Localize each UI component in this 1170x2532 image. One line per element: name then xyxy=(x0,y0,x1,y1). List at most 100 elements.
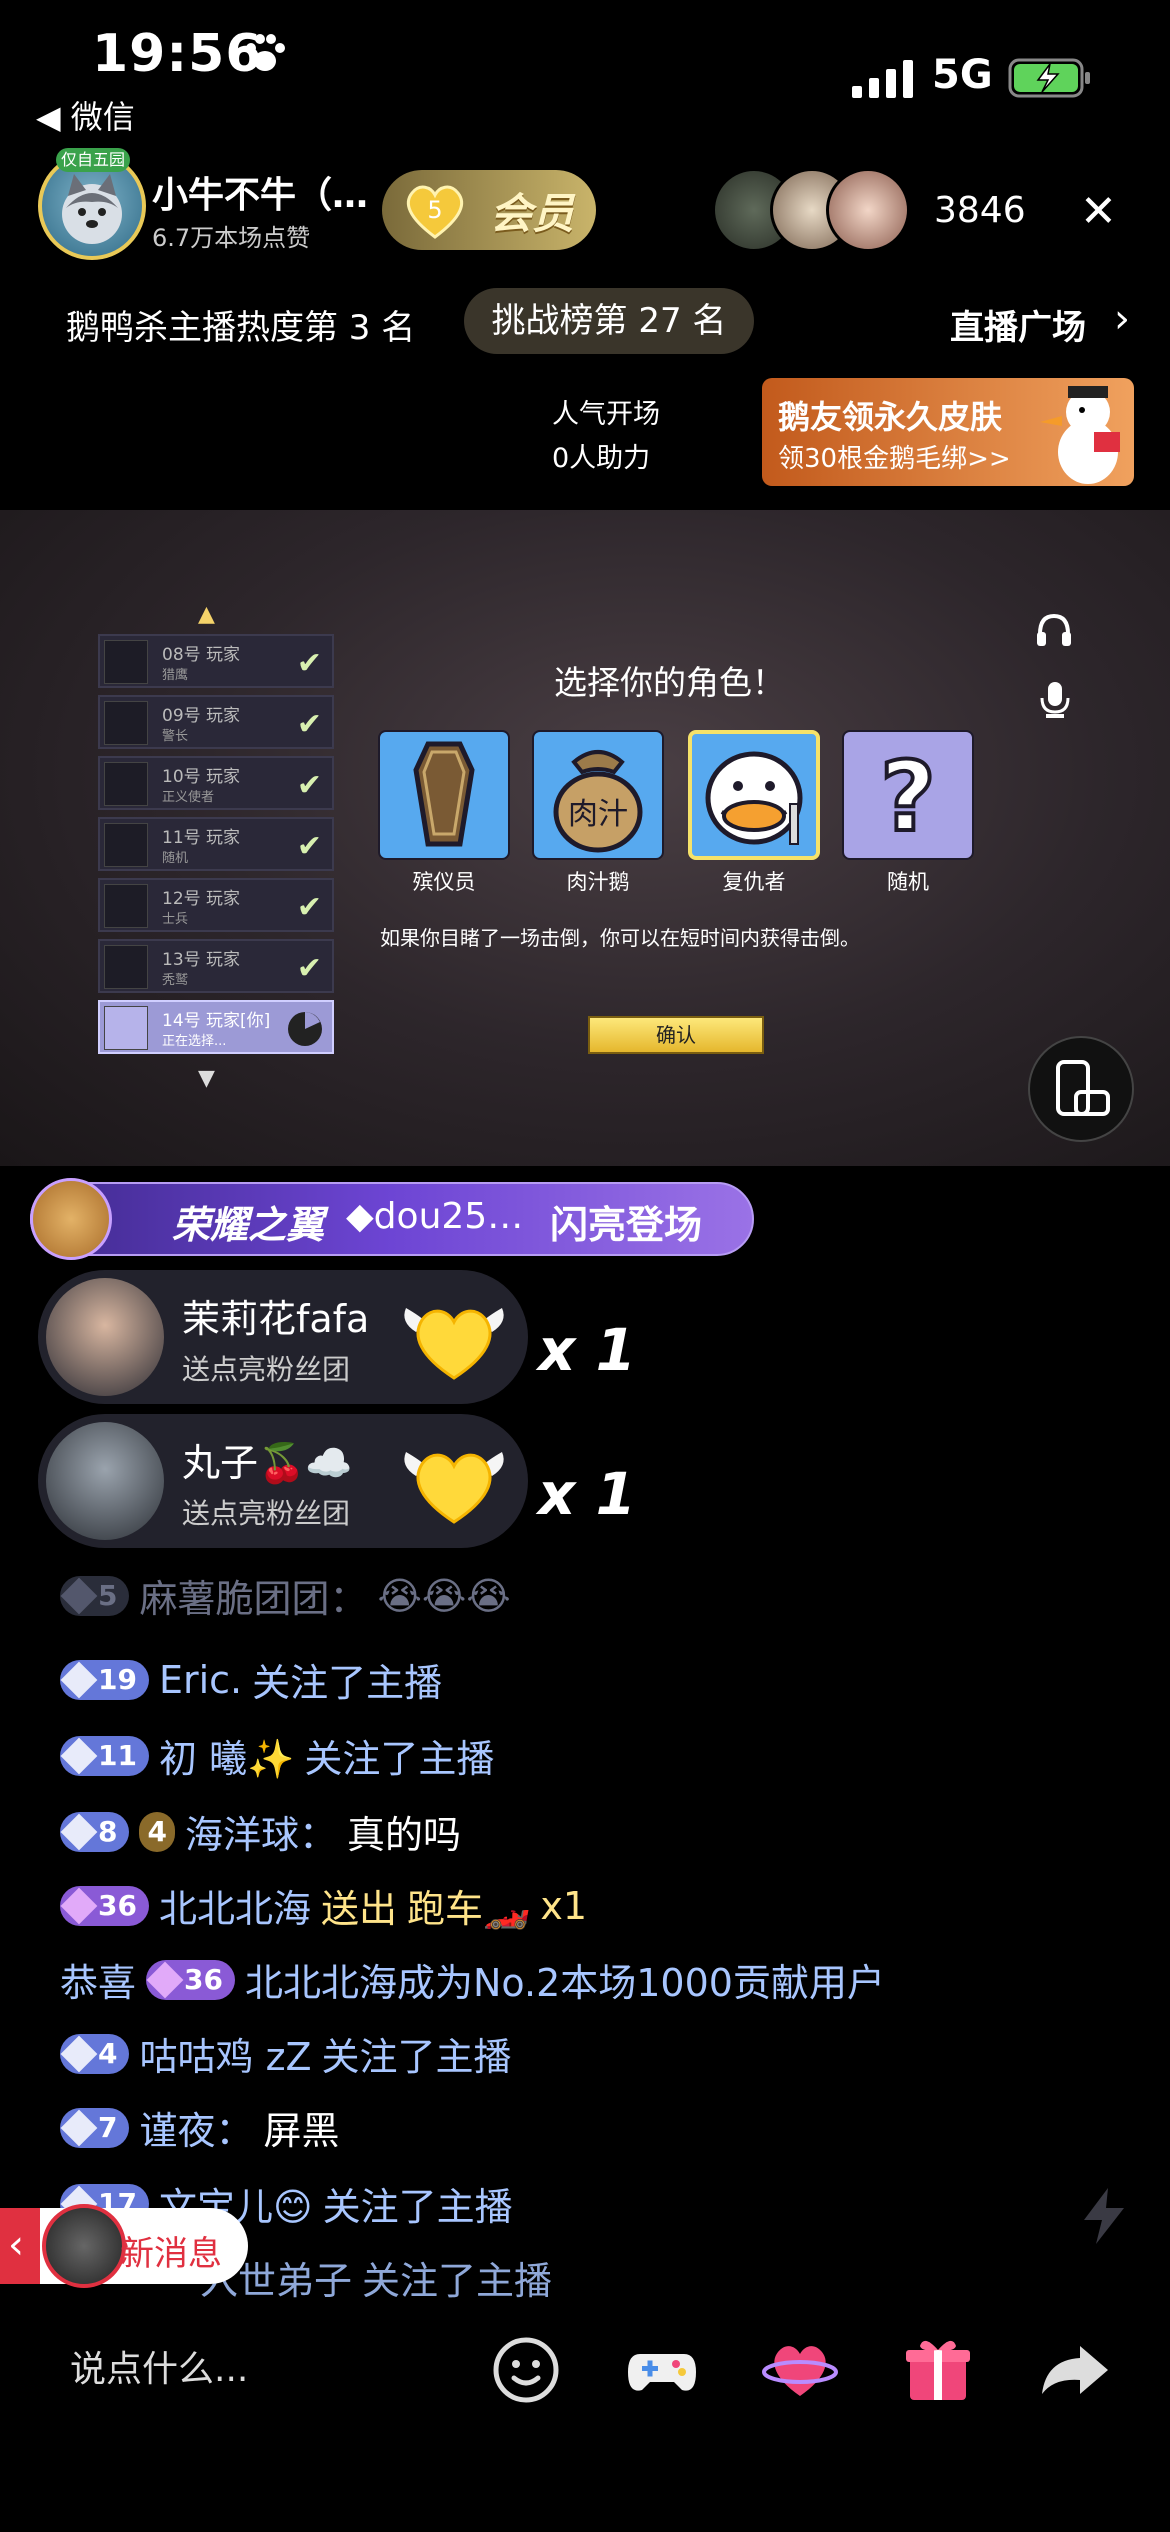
chat-username[interactable]: 咕咕鸡 zZ xyxy=(139,2026,311,2081)
chat-username[interactable]: 北北北海 xyxy=(159,1878,311,1933)
avatar-badge: 仅自五园 xyxy=(56,148,130,172)
promo-banner[interactable]: 鹅友领永久皮肤 领30根金鹅毛绑>> xyxy=(762,378,1134,486)
player-role: 猎鹰 xyxy=(162,668,189,683)
live-plaza-link[interactable]: 直播广场 xyxy=(950,300,1086,349)
scroll-up-icon[interactable]: ▲ xyxy=(198,602,215,627)
chat-text: 真的吗 xyxy=(346,1813,461,1857)
gift-card[interactable]: 丸子🍒☁️ 送点亮粉丝团 xyxy=(38,1414,528,1548)
player-name: 11号 玩家 xyxy=(162,828,241,848)
chat-message[interactable]: 8 4 海洋球： 真的吗 xyxy=(60,1804,461,1859)
role-label: 肉汁鹅 xyxy=(566,870,630,894)
gift-box-icon[interactable] xyxy=(900,2332,976,2408)
chat-username[interactable]: 麻薯脆团团： xyxy=(139,1568,367,1623)
comment-input[interactable]: 说点什么... xyxy=(38,2330,438,2410)
level-badge: 36 xyxy=(146,1959,235,2000)
microphone-icon[interactable] xyxy=(1036,680,1074,720)
chat-message[interactable]: 入世弟子 关注了主播 xyxy=(200,2250,552,2305)
player-row: 10号 玩家 正义使者 ✔ xyxy=(98,756,334,810)
gift-card[interactable]: 茉莉花fafa 送点亮粉丝团 xyxy=(38,1270,528,1404)
battery-charging-icon xyxy=(1008,58,1090,98)
rotate-screen-icon xyxy=(1056,1060,1110,1116)
emoji-icon[interactable] xyxy=(488,2332,564,2408)
player-role-icon xyxy=(104,640,148,684)
signal-icon xyxy=(852,60,913,98)
confirm-button[interactable]: 确认 xyxy=(588,1016,764,1054)
entrant-avatar[interactable] xyxy=(30,1178,112,1260)
player-role-icon xyxy=(104,823,148,867)
hot-rank-label[interactable]: 鹅鸭杀主播热度第 3 名 xyxy=(66,300,415,349)
player-row-self: 14号 玩家[你] 正在选择... xyxy=(98,1000,334,1054)
role-card-avenger[interactable] xyxy=(688,730,820,860)
role-card-undertaker[interactable] xyxy=(378,730,510,860)
chat-message[interactable]: 19 Eric. 关注了主播 xyxy=(60,1652,442,1707)
gift-sender-avatar[interactable] xyxy=(46,1278,164,1396)
host-name[interactable]: 小牛不牛（… xyxy=(152,166,368,218)
player-row: 12号 玩家 士兵 ✔ xyxy=(98,878,334,932)
fan-heart-gift-icon xyxy=(404,1452,504,1524)
chat-username[interactable]: 初 曦✨ xyxy=(159,1728,294,1783)
headset-icon[interactable] xyxy=(1034,610,1074,650)
player-role-icon xyxy=(104,701,148,745)
player-row: 08号 玩家 猎鹰 ✔ xyxy=(98,634,334,688)
chat-username[interactable]: Eric. xyxy=(159,1658,242,1702)
role-card-gravy-goose[interactable]: 肉汁 xyxy=(532,730,664,860)
chat-message[interactable]: 4 咕咕鸡 zZ 关注了主播 xyxy=(60,2026,512,2081)
player-row: 11号 玩家 随机 ✔ xyxy=(98,817,334,871)
coffin-icon xyxy=(413,741,475,847)
gravy-bag-icon: 肉汁 xyxy=(553,750,643,853)
scroll-down-icon[interactable]: ▼ xyxy=(198,1066,215,1091)
game-controller-icon[interactable] xyxy=(624,2332,700,2408)
player-row: 09号 玩家 警长 ✔ xyxy=(98,695,334,749)
chat-message[interactable]: 恭喜 36 北北北海成为No.2本场1000贡献用户 xyxy=(60,1952,885,2007)
network-type: 5G xyxy=(932,52,993,98)
back-to-wechat-link[interactable]: ◀ 微信 xyxy=(36,92,135,138)
rotate-screen-button[interactable] xyxy=(1028,1036,1134,1142)
fan-level-badge: 4 xyxy=(139,1811,175,1852)
player-role: 警长 xyxy=(162,729,189,744)
challenge-rank-pill[interactable]: 挑战榜第 27 名 xyxy=(464,288,754,354)
gift-sender-avatar[interactable] xyxy=(46,1422,164,1540)
gift-description: 送点亮粉丝团 xyxy=(182,1497,351,1530)
player-list: 08号 玩家 猎鹰 ✔ 09号 玩家 警长 ✔ 10号 玩家 正义使者 ✔ 11… xyxy=(98,628,334,1058)
player-name: 13号 玩家 xyxy=(162,950,241,970)
new-message-label: 新消息 xyxy=(120,2234,222,2274)
share-icon[interactable] xyxy=(1036,2332,1112,2408)
chat-message[interactable]: 11 初 曦✨ 关注了主播 xyxy=(60,1728,494,1783)
viewer-avatar[interactable] xyxy=(826,168,910,252)
viewer-count[interactable]: 3846 xyxy=(934,190,1026,231)
player-role: 秃鹫 xyxy=(162,973,189,988)
level-badge: 4 xyxy=(60,2033,130,2074)
new-message-tab: ‹ xyxy=(0,2208,40,2284)
chat-text: 北北北海成为No.2本场1000贡献用户 xyxy=(244,1961,885,2005)
role-label: 殡仪员 xyxy=(412,870,476,894)
glory-user[interactable]: ◆dou25… xyxy=(346,1196,523,1237)
heart-level-icon: 5 xyxy=(406,185,464,239)
player-row: 13号 玩家 秃鹫 ✔ xyxy=(98,939,334,993)
close-icon[interactable]: ✕ xyxy=(1080,186,1117,237)
role-label: 随机 xyxy=(887,870,929,894)
role-label: 复仇者 xyxy=(722,870,786,894)
status-time: 19:56 xyxy=(92,24,263,84)
lightning-icon[interactable] xyxy=(1072,2184,1136,2248)
role-hint: 如果你目睹了一场击倒，你可以在短时间内获得击倒。 xyxy=(380,926,860,950)
player-role-icon xyxy=(104,945,148,989)
heart-planet-icon[interactable] xyxy=(762,2332,838,2408)
level-badge: 19 xyxy=(60,1659,149,1700)
timer-icon xyxy=(288,1012,322,1046)
chat-message[interactable]: 7 谨夜： 屏黑 xyxy=(60,2100,340,2155)
chat-message[interactable]: 5 麻薯脆团团： 😭😭😭 xyxy=(60,1568,511,1623)
role-card-random[interactable]: ? xyxy=(842,730,974,860)
chat-text: 关注了主播 xyxy=(362,2259,553,2303)
host-likes: 6.7万本场点赞 xyxy=(152,224,311,252)
chat-message[interactable]: 36 北北北海 送出 跑车🏎️ x1 xyxy=(60,1878,587,1933)
chat-username[interactable]: 谨夜： xyxy=(139,2100,253,2155)
chat-gift: 跑车🏎️ xyxy=(407,1887,531,1931)
player-role: 随机 xyxy=(162,851,189,866)
chevron-left-icon: ‹ xyxy=(8,2222,24,2268)
gift-description: 送点亮粉丝团 xyxy=(182,1353,351,1386)
chat-text: 关注了主播 xyxy=(321,2035,512,2079)
check-icon: ✔ xyxy=(296,890,322,925)
fan-club-button[interactable]: 5 会员 xyxy=(382,170,596,250)
chat-username[interactable]: 海洋球： xyxy=(185,1804,337,1859)
chat-gift-count: x1 xyxy=(540,1883,587,1928)
